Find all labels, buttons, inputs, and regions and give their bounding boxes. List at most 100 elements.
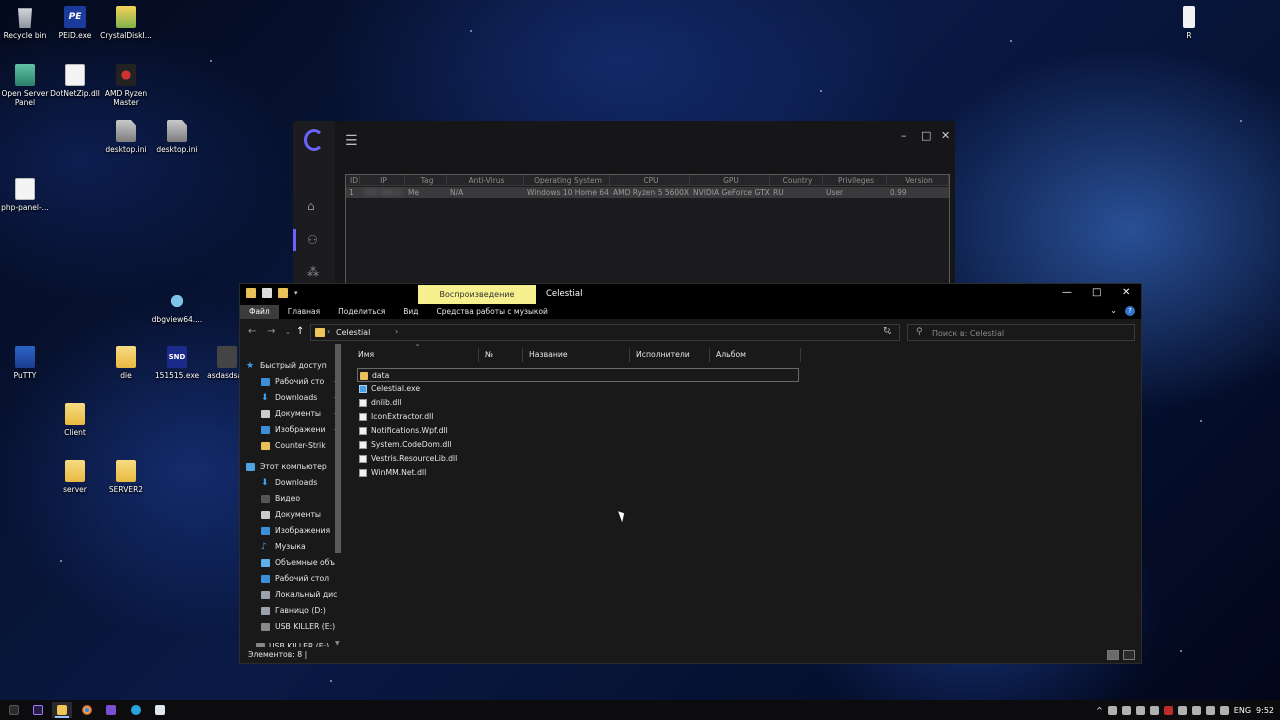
col-name[interactable]: Имя: [352, 348, 479, 362]
home-icon[interactable]: ⌂: [307, 199, 315, 213]
up-arrow-icon[interactable]: ↑: [296, 326, 304, 337]
taskbar-telegram[interactable]: [126, 702, 146, 718]
nav-scrollbar-thumb[interactable]: [335, 344, 341, 553]
properties-icon[interactable]: [262, 288, 272, 298]
start-button[interactable]: [4, 702, 24, 718]
explorer-maximize-button[interactable]: □: [1092, 287, 1101, 298]
speaker-icon[interactable]: [1205, 705, 1215, 715]
details-view-button[interactable]: [1107, 650, 1119, 660]
nav-pc-desktop[interactable]: Рабочий стол: [240, 571, 345, 587]
explorer-close-button[interactable]: ✕: [1122, 287, 1130, 298]
tab-file[interactable]: Файл: [240, 305, 279, 319]
nav-pictures[interactable]: Изображени✦: [240, 422, 345, 438]
wifi-icon[interactable]: [1219, 705, 1229, 715]
col-version[interactable]: Version: [887, 175, 949, 185]
desktop-icon-crystaldisk[interactable]: CrystalDiskI...: [95, 6, 157, 40]
taskbar-visual-studio[interactable]: [101, 702, 121, 718]
nav-quick-access[interactable]: ★ Быстрый доступ: [240, 358, 345, 374]
help-icon[interactable]: ?: [1125, 306, 1135, 316]
taskbar-after-effects[interactable]: [28, 702, 48, 718]
steam-icon[interactable]: [1149, 705, 1159, 715]
desktop-icon-putty[interactable]: PuTTY: [0, 346, 56, 380]
col-antivirus[interactable]: Anti-Virus: [447, 175, 524, 185]
language-indicator[interactable]: ENG: [1234, 706, 1251, 715]
nav-videos[interactable]: Видео: [240, 491, 345, 507]
refresh-icon[interactable]: ↻: [883, 326, 891, 336]
col-title[interactable]: Название: [523, 348, 630, 362]
nav-counter-strike[interactable]: Counter-Strik: [240, 438, 345, 454]
recent-locations-icon[interactable]: ⌄: [285, 328, 291, 336]
nav-downloads[interactable]: ⬇Downloads✦: [240, 390, 345, 406]
search-input[interactable]: [932, 327, 1132, 339]
col-country[interactable]: Country: [770, 175, 823, 185]
desktop-icon-dbgview[interactable]: dbgview64....: [146, 290, 208, 324]
desktop-icon-r[interactable]: R: [1158, 6, 1220, 40]
app-maximize-button[interactable]: □: [921, 129, 931, 142]
forward-arrow-icon[interactable]: →: [267, 326, 275, 337]
taskbar-chrome[interactable]: [77, 702, 97, 718]
hamburger-menu-icon[interactable]: ☰: [345, 133, 358, 149]
nav-music[interactable]: ♪ Музыка: [240, 539, 345, 555]
tab-view[interactable]: Вид: [394, 305, 427, 319]
users-icon[interactable]: ⚇: [307, 233, 318, 247]
large-icons-view-button[interactable]: [1123, 650, 1135, 660]
nav-pc-pictures[interactable]: Изображения: [240, 523, 345, 539]
monitor-icon[interactable]: [1191, 705, 1201, 715]
nav-drive-d[interactable]: Гавницо (D:): [240, 603, 345, 619]
back-arrow-icon[interactable]: ←: [248, 326, 256, 337]
nav-3d-objects[interactable]: Объемные объ: [240, 555, 345, 571]
tab-share[interactable]: Поделиться: [329, 305, 394, 319]
app-minimize-button[interactable]: –: [901, 129, 907, 142]
col-number[interactable]: №: [479, 348, 523, 362]
nav-pc-downloads[interactable]: ⬇ Downloads: [240, 475, 345, 491]
taskbar-file-explorer[interactable]: [52, 702, 72, 718]
nav-pc-documents[interactable]: Документы: [240, 507, 345, 523]
nav-local-disk[interactable]: Локальный дис: [240, 587, 345, 603]
sync-icon[interactable]: [1135, 705, 1145, 715]
taskbar-app[interactable]: [150, 702, 170, 718]
desktop-icon-php-panel[interactable]: php-panel-...: [0, 178, 56, 212]
scroll-down-arrow-icon[interactable]: ▼: [335, 640, 340, 647]
nav-desktop[interactable]: Рабочий сто✦: [240, 374, 345, 390]
file-row-iconextractor[interactable]: IconExtractor.dll: [357, 410, 799, 424]
col-os[interactable]: Operating System: [524, 175, 610, 185]
show-hidden-icons-icon[interactable]: ^: [1096, 706, 1103, 715]
tab-home[interactable]: Главная: [279, 305, 329, 319]
desktop-icon-server2[interactable]: SERVER2: [95, 460, 157, 494]
file-row-codedom[interactable]: System.CodeDom.dll: [357, 438, 799, 452]
col-ip[interactable]: IP: [360, 175, 405, 185]
col-gpu[interactable]: GPU: [690, 175, 770, 185]
discord-icon[interactable]: [1121, 705, 1131, 715]
file-row-resourcelib[interactable]: Vestris.ResourceLib.dll: [357, 452, 799, 466]
col-tag[interactable]: Tag: [405, 175, 447, 185]
customize-toolbar-icon[interactable]: ▾: [294, 289, 298, 297]
file-row-data[interactable]: data: [357, 368, 799, 382]
nav-usb-e[interactable]: USB KILLER (E:): [240, 619, 345, 635]
desktop-icon-amd-ryzen-master[interactable]: AMD Ryzen Master: [95, 64, 157, 107]
network-icon[interactable]: [1107, 705, 1117, 715]
file-row-notifications[interactable]: Notifications.Wpf.dll: [357, 424, 799, 438]
microphone-icon[interactable]: [1177, 705, 1187, 715]
file-row-winmm[interactable]: WinMM.Net.dll: [357, 466, 799, 480]
file-row-dnlib[interactable]: dnlib.dll: [357, 396, 799, 410]
contextual-tab-playback[interactable]: Воспроизведение: [418, 285, 536, 304]
col-artists[interactable]: Исполнители: [630, 348, 710, 362]
desktop-icon-client[interactable]: Client: [44, 403, 106, 437]
expand-ribbon-icon[interactable]: ⌄: [1110, 306, 1117, 316]
network-icon[interactable]: ⁂: [307, 265, 319, 279]
tab-music-tools[interactable]: Средства работы с музыкой: [427, 305, 556, 319]
search-box[interactable]: ⚲: [907, 324, 1135, 341]
desktop-icon-desktop-ini-2[interactable]: desktop.ini: [146, 120, 208, 154]
address-bar[interactable]: › Celestial › ⌄: [310, 324, 900, 341]
clock[interactable]: 9:52: [1256, 706, 1274, 715]
file-row-celestial-exe[interactable]: Celestial.exe: [357, 382, 799, 396]
explorer-minimize-button[interactable]: —: [1062, 287, 1072, 298]
col-id[interactable]: ID: [346, 175, 360, 185]
client-row[interactable]: 1 192.168.0.1 Me N/A Windows 10 Home 64 …: [346, 187, 949, 198]
col-cpu[interactable]: CPU: [610, 175, 690, 185]
security-icon[interactable]: [1163, 705, 1173, 715]
col-album[interactable]: Альбом: [710, 348, 801, 362]
col-privileges[interactable]: Privileges: [823, 175, 887, 185]
nav-documents[interactable]: Документы✦: [240, 406, 345, 422]
breadcrumb-celestial[interactable]: Celestial: [336, 328, 370, 337]
